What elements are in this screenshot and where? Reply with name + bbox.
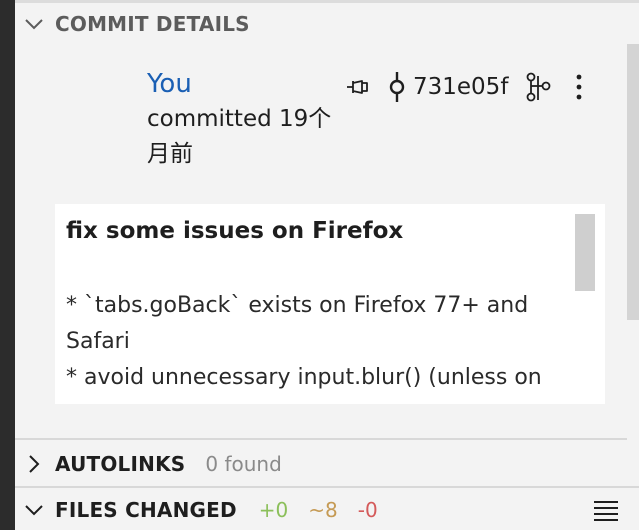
section-title: FILES CHANGED	[55, 498, 237, 522]
message-line: Safari	[66, 329, 130, 354]
chevron-down-icon	[25, 19, 43, 30]
message-line: * avoid unnecessary input.blur() (unless…	[66, 365, 542, 390]
list-view-icon[interactable]	[593, 498, 619, 522]
graph-icon	[527, 72, 551, 102]
commit-time: committed 19个月前	[147, 106, 332, 167]
author-link[interactable]: You	[147, 66, 347, 102]
autolinks-count: 0 found	[205, 452, 282, 476]
message-line: * `tabs.goBack` exists on Firefox 77+ an…	[66, 293, 529, 318]
commit-message-body: * `tabs.goBack` exists on Firefox 77+ an…	[66, 288, 566, 396]
autolinks-header[interactable]: AUTOLINKS 0 found	[15, 444, 639, 484]
top-border	[15, 0, 639, 3]
panel-scrollbar[interactable]	[627, 44, 639, 320]
commit-message: fix some issues on Firefox * `tabs.goBac…	[55, 204, 605, 404]
files-changed-header[interactable]: FILES CHANGED +0 ~8 -0	[15, 490, 639, 530]
message-scrollbar-thumb[interactable]	[575, 214, 595, 291]
commit-actions: 731e05f	[345, 68, 584, 106]
commit-meta: You committed 19个月前	[147, 66, 347, 172]
pin-icon	[347, 80, 368, 94]
section-title: COMMIT DETAILS	[55, 12, 250, 36]
files-removed-count: -0	[357, 498, 378, 522]
more-actions-button[interactable]	[574, 73, 584, 101]
pin-button[interactable]	[345, 74, 387, 100]
activity-bar-edge	[0, 0, 15, 530]
commit-message-title: fix some issues on Firefox	[66, 218, 404, 244]
commit-sha[interactable]: 731e05f	[413, 74, 508, 100]
chevron-right-icon	[29, 455, 40, 473]
chevron-down-icon	[25, 505, 43, 516]
files-added-count: +0	[258, 498, 289, 522]
graph-button[interactable]	[524, 72, 574, 102]
files-modified-count: ~8	[308, 498, 338, 522]
commit-icon	[389, 72, 405, 102]
commit-details-header[interactable]: COMMIT DETAILS	[15, 4, 639, 44]
commit-details-panel: COMMIT DETAILS You committed 19个月前 731e0…	[0, 0, 639, 530]
more-icon	[577, 74, 582, 100]
section-divider	[15, 486, 639, 488]
section-divider	[15, 438, 627, 440]
section-title: AUTOLINKS	[55, 452, 186, 476]
